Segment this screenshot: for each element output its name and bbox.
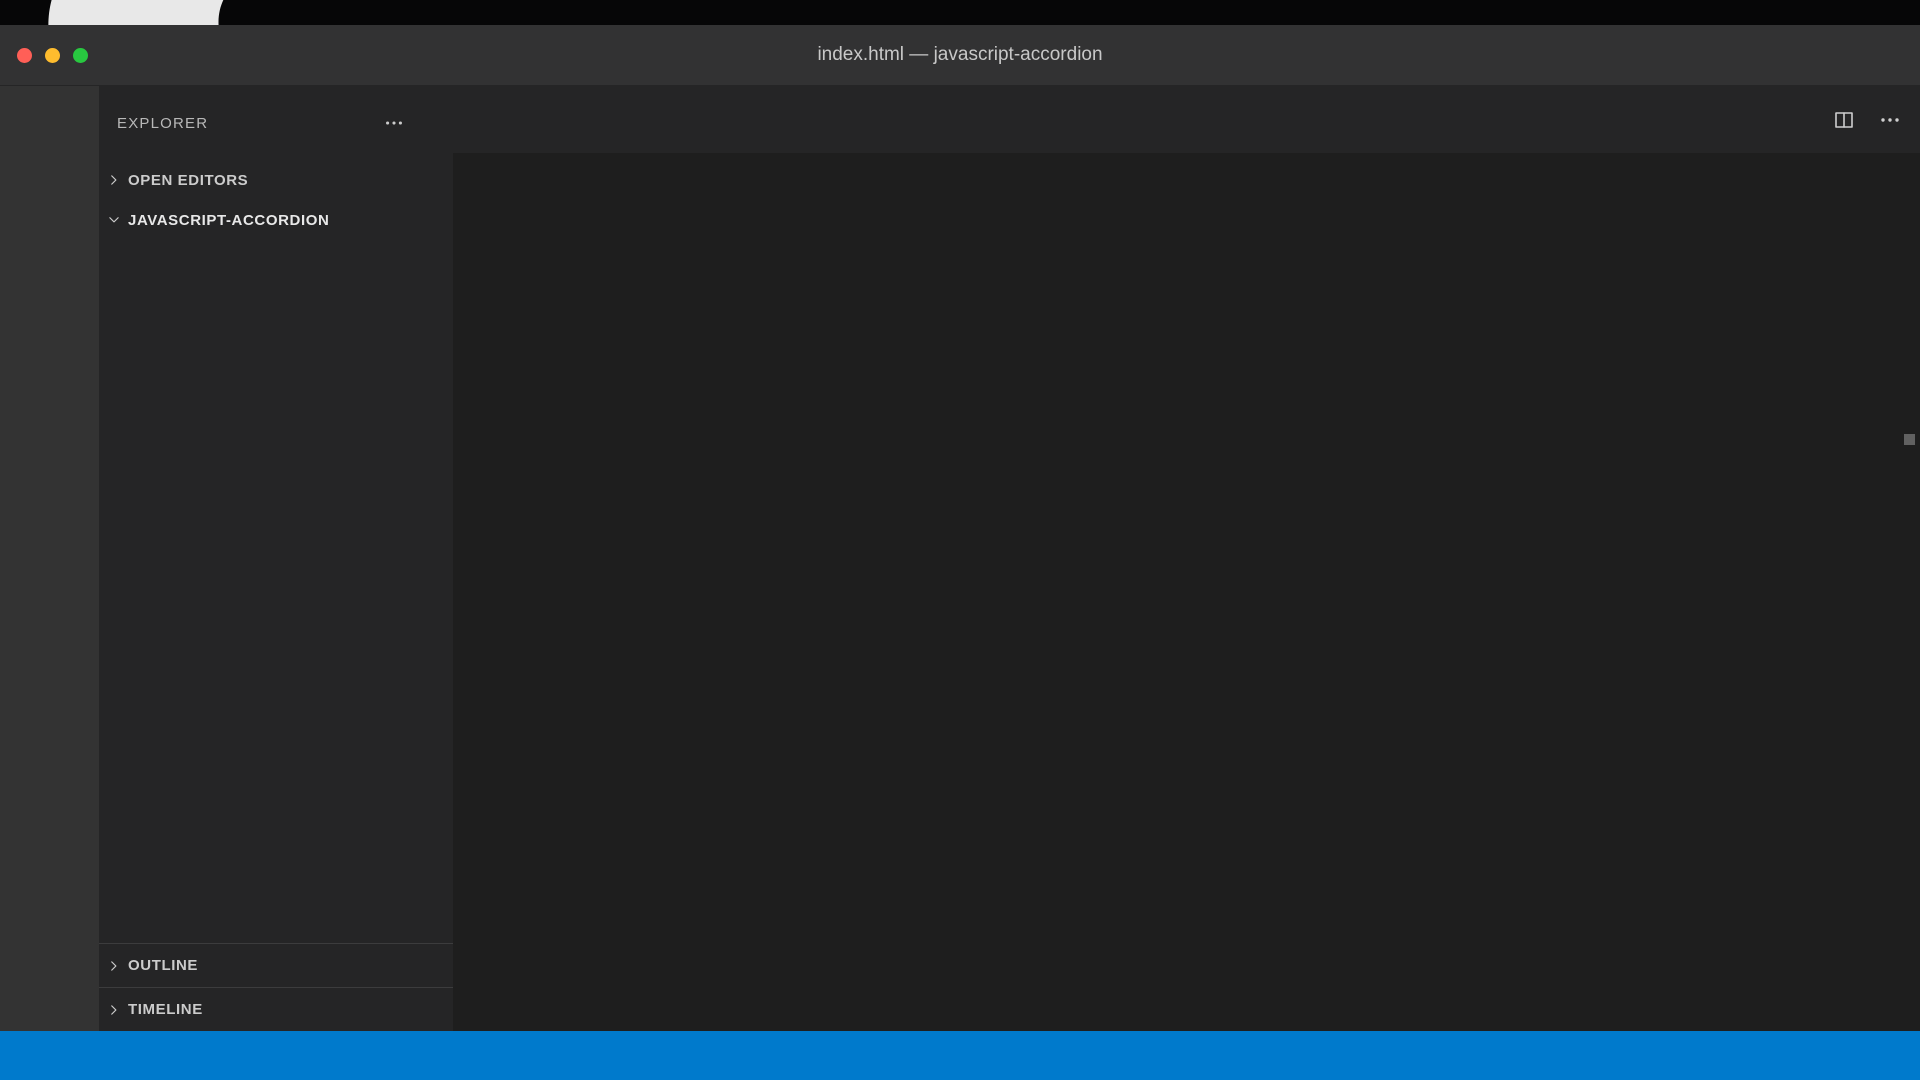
minimize-window-button[interactable] <box>45 48 60 63</box>
workbench: EXPLORER OPEN EDITORS JAVASCRIPT-ACCORDI… <box>0 86 1920 1031</box>
file-tree[interactable] <box>99 240 453 943</box>
more-actions-icon[interactable] <box>1878 108 1902 132</box>
close-window-button[interactable] <box>17 48 32 63</box>
chevron-right-icon <box>105 171 123 189</box>
outline-label: OUTLINE <box>128 957 198 974</box>
timeline-label: TIMELINE <box>128 1001 203 1018</box>
breadcrumb <box>453 153 1920 199</box>
window-controls <box>17 48 88 63</box>
chevron-down-icon <box>105 211 123 229</box>
project-root-label: JAVASCRIPT-ACCORDION <box>128 212 329 229</box>
split-editor-icon[interactable] <box>1832 108 1856 132</box>
activity-bar <box>0 86 99 1031</box>
open-editors-label: OPEN EDITORS <box>128 172 248 189</box>
sidebar-more-actions-icon[interactable] <box>383 112 405 134</box>
tab-bar <box>453 86 1920 153</box>
sidebar-bottom-sections: OUTLINE TIMELINE <box>99 943 453 1031</box>
window-title-bar[interactable]: index.html — javascript-accordion <box>0 25 1920 86</box>
outline-section[interactable]: OUTLINE <box>99 943 453 987</box>
window-title: index.html — javascript-accordion <box>0 44 1920 66</box>
chevron-right-icon <box>105 1001 123 1019</box>
timeline-section[interactable]: TIMELINE <box>99 987 453 1031</box>
project-root-section[interactable]: JAVASCRIPT-ACCORDION <box>99 200 453 240</box>
zoom-window-button[interactable] <box>73 48 88 63</box>
vscode-window: index.html — javascript-accordion EXPLOR… <box>0 0 1920 1080</box>
editor-actions <box>1832 86 1902 153</box>
overview-ruler-mark <box>1904 434 1915 445</box>
chevron-right-icon <box>105 957 123 975</box>
macos-menu-bar <box>0 0 1920 25</box>
status-bar <box>0 1031 1920 1080</box>
open-editors-section[interactable]: OPEN EDITORS <box>99 160 453 200</box>
sidebar-title: EXPLORER <box>117 115 208 132</box>
sidebar-header: EXPLORER <box>99 86 453 160</box>
explorer-sidebar: EXPLORER OPEN EDITORS JAVASCRIPT-ACCORDI… <box>99 86 453 1031</box>
editor-area <box>453 86 1920 1031</box>
editor-code-area[interactable] <box>453 199 1920 1031</box>
